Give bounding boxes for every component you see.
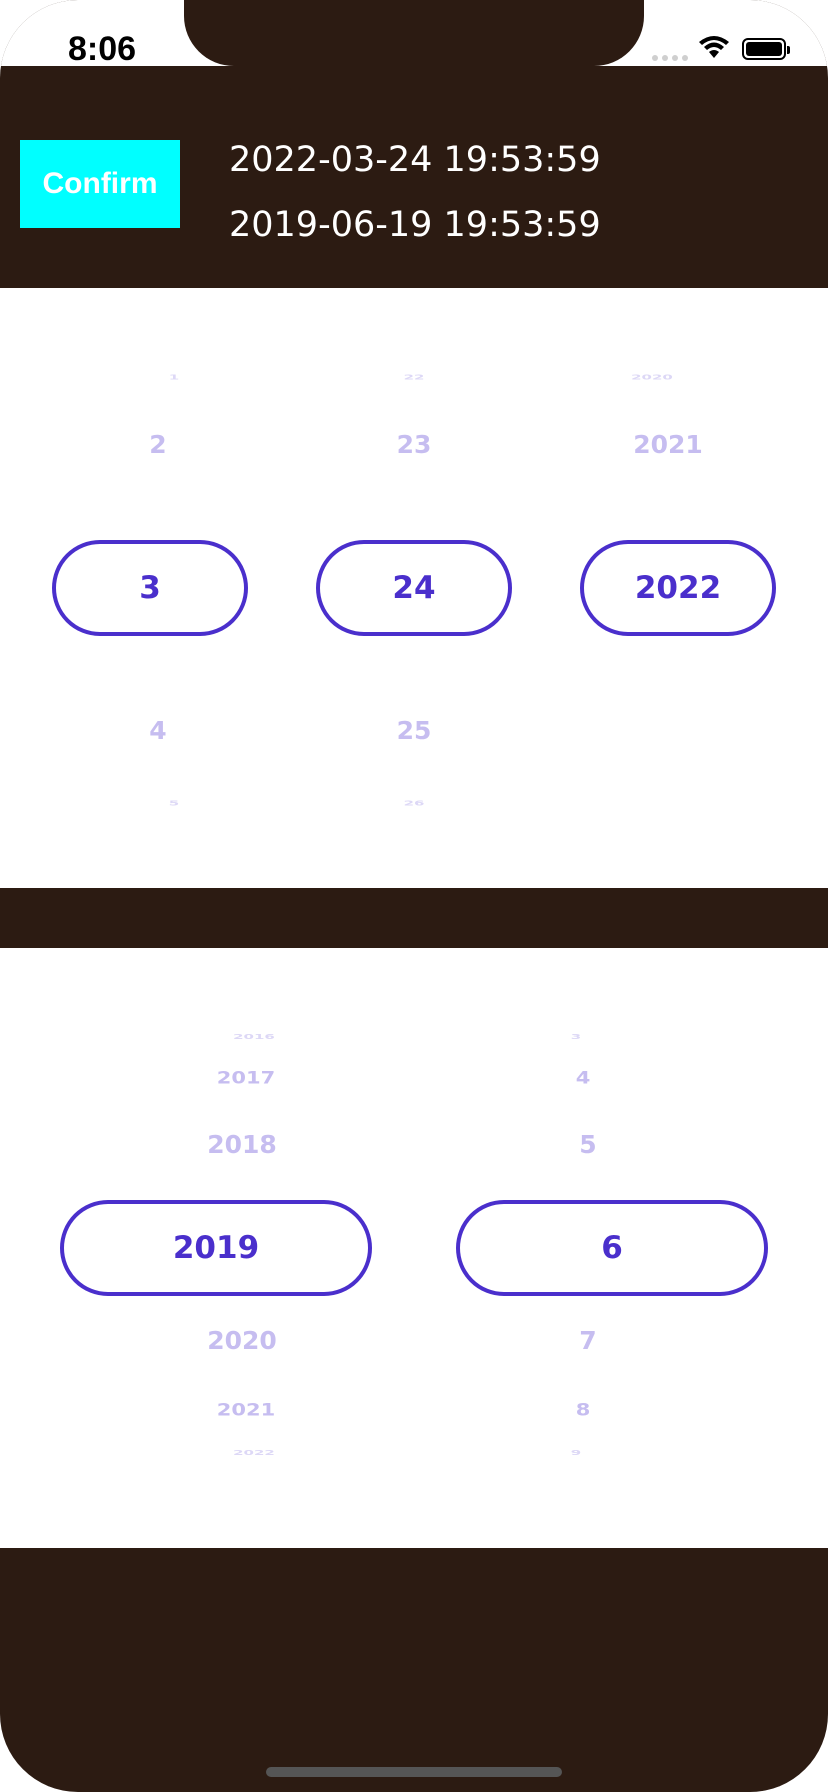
day-item-far-below[interactable]: 26 [404,799,425,807]
selected-date-primary: 2022-03-24 19:53:59 [229,140,601,180]
year2-item-far-above[interactable]: 2016 [233,1033,275,1041]
confirm-button[interactable]: Confirm [20,140,180,228]
year-item-above[interactable]: 2021 [633,430,703,459]
month-item-far-below[interactable]: 5 [169,799,179,807]
date-picker-bottom[interactable]: 2016 2017 2018 2019 2020 2021 2022 3 4 5… [0,948,828,1548]
month2-item-below[interactable]: 7 [579,1326,596,1355]
month2-item-far-above[interactable]: 3 [571,1033,581,1041]
year2-item-mid-below[interactable]: 2021 [217,1400,275,1419]
year2-item-far-below[interactable]: 2022 [233,1449,275,1457]
day-selected[interactable]: 24 [316,540,512,636]
year2-item-above[interactable]: 2018 [207,1130,277,1159]
home-indicator [266,1767,562,1777]
notch [184,0,644,66]
day-item-below[interactable]: 25 [397,716,432,745]
battery-icon [742,38,790,60]
signal-icon [652,48,692,66]
year2-item-below[interactable]: 2020 [207,1326,277,1355]
month-item-below[interactable]: 4 [149,716,166,745]
month-item-above[interactable]: 2 [149,430,166,459]
status-bar: 8:06 [0,0,828,68]
wifi-icon [698,36,730,65]
app-screen: 8:06 Confirm 2022-03-24 19:53:59 2019-06… [0,0,828,1792]
status-time: 8:06 [68,30,137,68]
selected-date-secondary: 2019-06-19 19:53:59 [229,205,601,245]
month2-item-far-below[interactable]: 9 [571,1449,581,1457]
date-picker-top[interactable]: 1 2 3 4 5 22 23 24 25 26 2020 2021 2022 [0,288,828,888]
month2-item-mid-above[interactable]: 4 [576,1068,591,1087]
year2-selected[interactable]: 2019 [60,1200,372,1296]
month2-selected[interactable]: 6 [456,1200,768,1296]
month-item-far-above[interactable]: 1 [169,373,179,381]
month2-item-mid-below[interactable]: 8 [576,1400,591,1419]
year-item-far-above[interactable]: 2020 [631,373,673,381]
day-item-far-above[interactable]: 22 [404,373,425,381]
month2-item-above[interactable]: 5 [579,1130,596,1159]
day-item-above[interactable]: 23 [397,430,432,459]
year-selected[interactable]: 2022 [580,540,776,636]
year2-item-mid-above[interactable]: 2017 [217,1068,275,1087]
month-selected[interactable]: 3 [52,540,248,636]
